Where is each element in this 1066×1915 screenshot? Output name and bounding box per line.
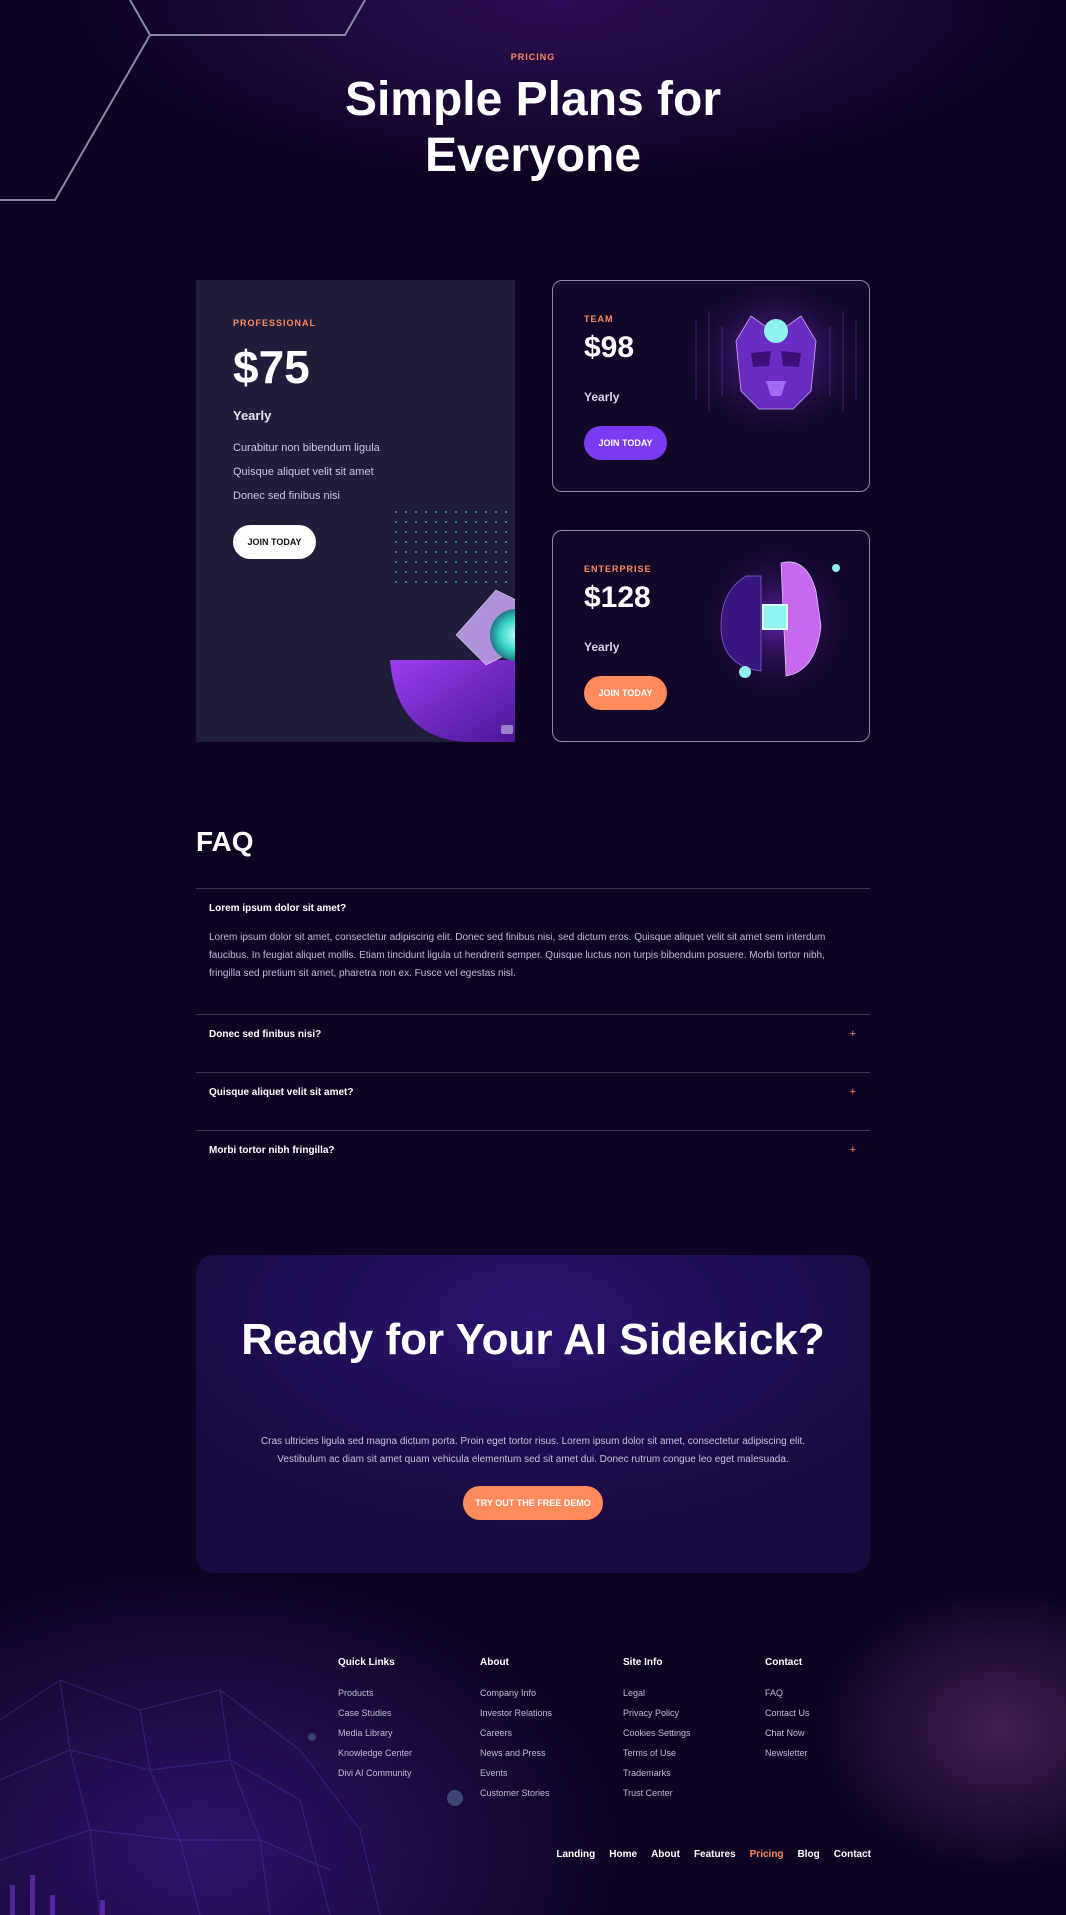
footer-column-title: About	[480, 1657, 509, 1668]
faq-question[interactable]: Donec sed finibus nisi?	[209, 1029, 321, 1040]
footer-link[interactable]: Events	[480, 1767, 552, 1787]
footer-link[interactable]: Newsletter	[765, 1747, 810, 1767]
footer-link[interactable]: FAQ	[765, 1687, 810, 1707]
plan-period: Yearly	[233, 408, 272, 423]
plan-price: $98	[584, 331, 635, 364]
plus-icon[interactable]: +	[850, 1086, 856, 1098]
join-today-button-enterprise[interactable]: JOIN TODAY	[584, 676, 667, 710]
footer-link[interactable]: Customer Stories	[480, 1787, 552, 1807]
footer-link[interactable]: Company Info	[480, 1687, 552, 1707]
faq-item[interactable]: Quisque aliquet velit sit amet? +	[196, 1072, 870, 1130]
plan-period: Yearly	[584, 390, 620, 404]
nav-link-pricing[interactable]: Pricing	[750, 1849, 784, 1860]
plan-period: Yearly	[584, 640, 620, 654]
footer-link[interactable]: Case Studies	[338, 1707, 412, 1727]
footer-link[interactable]: Divi AI Community	[338, 1767, 412, 1787]
plan-label: TEAM	[584, 314, 614, 324]
footer-column-about: About Company Info Investor Relations Ca…	[480, 1657, 552, 1807]
pricing-card-professional: PROFESSIONAL $75 Yearly Curabitur non bi…	[196, 280, 515, 742]
faq-question[interactable]: Morbi tortor nibh fringilla?	[209, 1145, 335, 1156]
section-eyebrow: PRICING	[510, 52, 556, 62]
footer-column-title: Quick Links	[338, 1657, 395, 1668]
footer-link[interactable]: News and Press	[480, 1747, 552, 1767]
ai-face-illustration	[681, 281, 869, 451]
pricing-card-enterprise: ENTERPRISE $128 Yearly JOIN TODAY	[552, 530, 870, 742]
footer-column-quick-links: Quick Links Products Case Studies Media …	[338, 1657, 412, 1787]
nav-link-landing[interactable]: Landing	[556, 1849, 595, 1860]
nav-link-about[interactable]: About	[651, 1849, 680, 1860]
footer-link[interactable]: Media Library	[338, 1727, 412, 1747]
footer-column-title: Site Info	[623, 1657, 663, 1668]
ai-brain-chip-illustration	[696, 536, 856, 706]
faq-title: FAQ	[196, 826, 254, 857]
faq-item[interactable]: Donec sed finibus nisi? +	[196, 1014, 870, 1072]
faq-item-expanded[interactable]: Lorem ipsum dolor sit amet? Lorem ipsum …	[196, 888, 870, 1014]
nav-link-contact[interactable]: Contact	[834, 1849, 871, 1860]
free-demo-button[interactable]: TRY OUT THE FREE DEMO	[463, 1486, 603, 1520]
plan-feature: Curabitur non bibendum ligula	[233, 442, 380, 454]
cta-description: Cras ultricies ligula sed magna dictum p…	[260, 1436, 806, 1465]
footer-link[interactable]: Trust Center	[623, 1787, 691, 1807]
plan-label: ENTERPRISE	[584, 564, 652, 574]
footer-link[interactable]: Products	[338, 1687, 412, 1707]
footer-nav: Landing Home About Features Pricing Blog…	[556, 1849, 871, 1860]
plan-price: $128	[584, 581, 651, 614]
footer-column-title: Contact	[765, 1657, 803, 1668]
footer-link[interactable]: Trademarks	[623, 1767, 691, 1787]
faq-question[interactable]: Quisque aliquet velit sit amet?	[209, 1087, 353, 1098]
footer-link[interactable]: Careers	[480, 1727, 552, 1747]
footer-link[interactable]: Investor Relations	[480, 1707, 552, 1727]
cta-banner: Ready for Your AI Sidekick? Cras ultrici…	[196, 1255, 870, 1573]
footer-link[interactable]: Contact Us	[765, 1707, 810, 1727]
pricing-card-team: TEAM $98 Yearly JOIN TODAY	[552, 280, 870, 492]
ai-eye-illustration	[390, 511, 515, 742]
plan-price: $75	[233, 341, 310, 393]
cta-title: Ready for Your AI Sidekick?	[241, 1315, 825, 1364]
plan-feature-list: Curabitur non bibendum ligula Quisque al…	[233, 440, 380, 512]
plan-label: PROFESSIONAL	[233, 318, 317, 328]
join-today-button-team[interactable]: JOIN TODAY	[584, 426, 667, 460]
page-title: Simple Plans for Everyone	[344, 73, 722, 182]
plus-icon[interactable]: +	[850, 1028, 856, 1040]
nav-link-home[interactable]: Home	[609, 1849, 637, 1860]
footer-link[interactable]: Privacy Policy	[623, 1707, 691, 1727]
plan-feature: Donec sed finibus nisi	[233, 490, 341, 502]
footer-link[interactable]: Cookies Settings	[623, 1727, 691, 1747]
footer-link[interactable]: Knowledge Center	[338, 1747, 412, 1767]
footer-link[interactable]: Terms of Use	[623, 1747, 691, 1767]
footer-column-contact: Contact FAQ Contact Us Chat Now Newslett…	[765, 1657, 810, 1767]
join-today-button-professional[interactable]: JOIN TODAY	[233, 525, 316, 559]
plan-feature: Quisque aliquet velit sit amet	[233, 466, 374, 478]
nav-link-blog[interactable]: Blog	[798, 1849, 820, 1860]
faq-question[interactable]: Lorem ipsum dolor sit amet?	[209, 903, 346, 914]
footer-link[interactable]: Legal	[623, 1687, 691, 1707]
nav-link-features[interactable]: Features	[694, 1849, 736, 1860]
plus-icon[interactable]: +	[850, 1144, 856, 1156]
footer-link[interactable]: Chat Now	[765, 1727, 810, 1747]
footer-column-site-info: Site Info Legal Privacy Policy Cookies S…	[623, 1657, 691, 1807]
faq-answer: Lorem ipsum dolor sit amet, consectetur …	[209, 932, 826, 979]
faq-item[interactable]: Morbi tortor nibh fringilla? +	[196, 1130, 870, 1188]
